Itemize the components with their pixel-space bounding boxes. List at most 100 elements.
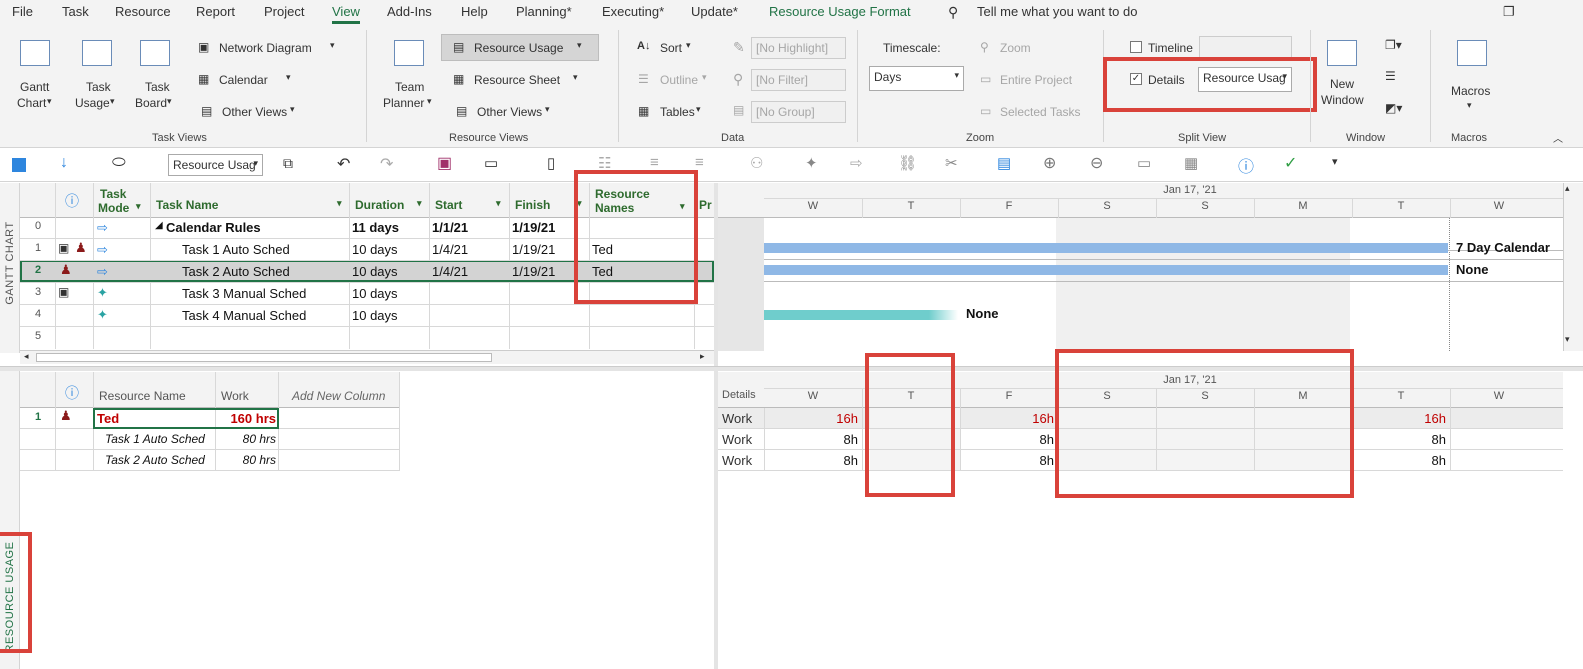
new-window-label-1[interactable]: New	[1330, 77, 1354, 91]
scroll-down-icon[interactable]: ▾	[1565, 334, 1570, 345]
task-start[interactable]: 1/4/21	[432, 264, 468, 279]
zoom-in-icon[interactable]: ⊕	[1043, 153, 1056, 173]
chevron-down-icon[interactable]: ▾	[290, 104, 295, 115]
entire-project-button[interactable]: Entire Project	[1000, 73, 1072, 87]
outline-button[interactable]: Outline	[660, 73, 698, 87]
work-value-cell[interactable]: 8h	[960, 453, 1054, 468]
save-icon[interactable]: ▣	[437, 153, 452, 173]
other-views-resource-button[interactable]: Other Views	[477, 105, 542, 119]
work-value-cell[interactable]: 8h	[960, 432, 1054, 447]
collapse-ribbon-icon[interactable]: ︿	[1553, 130, 1563, 145]
search-icon[interactable]: ⚲	[948, 4, 958, 21]
task-start[interactable]: 1/1/21	[432, 220, 468, 235]
task-name[interactable]: Task 3 Manual Sched	[182, 286, 306, 301]
task-start[interactable]: 1/4/21	[432, 242, 468, 257]
menu-project[interactable]: Project	[264, 4, 304, 19]
row-id[interactable]: 1	[20, 242, 56, 254]
task-name[interactable]: Task 2 Auto Sched	[182, 264, 290, 279]
resource-work[interactable]: 160 hrs	[215, 411, 276, 426]
other-views-task-button[interactable]: Other Views	[222, 105, 287, 119]
task-duration[interactable]: 10 days	[352, 308, 398, 323]
chevron-down-icon[interactable]: ▾	[496, 198, 501, 209]
group-select[interactable]: [No Group]	[751, 101, 846, 123]
row-id[interactable]: 4	[20, 308, 56, 320]
work-value-cell[interactable]: 8h	[1352, 453, 1446, 468]
selected-tasks-button[interactable]: Selected Tasks	[1000, 105, 1081, 119]
notes-icon[interactable]: ▯	[547, 154, 555, 172]
task-name[interactable]: Calendar Rules	[166, 220, 261, 235]
timescale-select[interactable]: Days ▾	[869, 66, 964, 91]
scroll-thumb[interactable]	[36, 353, 492, 362]
gantt-table-scrollbar[interactable]: ◂ ▸	[20, 350, 714, 364]
highlight-select[interactable]: [No Highlight]	[751, 37, 846, 59]
check-icon[interactable]: ✓	[1284, 153, 1297, 173]
chevron-down-icon[interactable]: ▾	[286, 72, 291, 83]
scroll-to-task-icon[interactable]: ▤	[997, 154, 1011, 172]
col-finish[interactable]: Finish	[515, 198, 550, 212]
chevron-down-icon[interactable]: ▾	[577, 198, 582, 209]
row-id[interactable]: 2	[20, 264, 56, 276]
chevron-down-icon[interactable]: ▾	[110, 96, 115, 107]
help-icon[interactable]: ⓘ	[1238, 153, 1254, 177]
task-resource[interactable]: Ted	[592, 264, 613, 279]
task-usage-label-2[interactable]: Usage	[75, 96, 110, 110]
col-task-name[interactable]: Task Name	[156, 198, 218, 212]
gantt-bar-task-1[interactable]	[764, 243, 1448, 253]
pin-icon[interactable]: ✦	[805, 154, 818, 172]
chevron-down-icon[interactable]: ▾	[696, 104, 701, 115]
menu-report[interactable]: Report	[196, 4, 235, 19]
chevron-down-icon[interactable]: ▾	[577, 40, 582, 51]
menu-resource-usage-format[interactable]: Resource Usage Format	[769, 4, 911, 19]
resource-sheet-button[interactable]: Resource Sheet	[474, 73, 560, 87]
scroll-left-icon[interactable]: ◂	[24, 351, 29, 362]
assignment-name[interactable]: Task 2 Auto Sched	[105, 453, 205, 467]
menu-executing[interactable]: Executing*	[602, 4, 664, 19]
row-id[interactable]: 1	[20, 411, 56, 423]
tell-me-search[interactable]: Tell me what you want to do	[977, 4, 1137, 19]
project-icon[interactable]	[12, 158, 26, 172]
link-icon[interactable]: ⬭	[112, 154, 126, 172]
col-duration[interactable]: Duration	[355, 198, 404, 212]
task-name[interactable]: Task 4 Manual Sched	[182, 308, 306, 323]
entire-project-tool-icon[interactable]: ▦	[1184, 154, 1198, 172]
task-board-label-1[interactable]: Task	[145, 80, 170, 94]
team-planner-label-2[interactable]: Planner	[383, 96, 424, 110]
undo-icon[interactable]: ↶	[337, 154, 350, 174]
col-start[interactable]: Start	[435, 198, 462, 212]
col-task-mode-1[interactable]: Task	[100, 187, 126, 201]
menu-add-ins[interactable]: Add-Ins	[387, 4, 432, 19]
view-select[interactable]: Resource Usag ▾	[168, 154, 263, 176]
restore-window-icon[interactable]: ❐	[1503, 4, 1515, 20]
chevron-down-icon[interactable]: ▾	[1467, 100, 1472, 111]
arrange-all-icon[interactable]: ☰	[1385, 69, 1396, 83]
arrow-down-icon[interactable]: ↓	[60, 154, 68, 172]
assign-resources-icon[interactable]: ⚇	[750, 154, 763, 172]
move-task-icon[interactable]: ⇨	[850, 154, 863, 172]
sort-button[interactable]: Sort	[660, 41, 682, 55]
task-finish[interactable]: 1/19/21	[512, 220, 555, 235]
menu-file[interactable]: File	[12, 4, 33, 19]
customize-toolbar-icon[interactable]: ▾	[1332, 155, 1338, 168]
scroll-right-icon[interactable]: ▸	[700, 351, 705, 362]
team-planner-label-1[interactable]: Team	[395, 80, 424, 94]
chevron-down-icon[interactable]: ▾	[545, 104, 550, 115]
gantt-chart-label-2[interactable]: Chart	[17, 96, 46, 110]
menu-view[interactable]: View	[332, 4, 360, 24]
task-usage-label-1[interactable]: Task	[86, 80, 111, 94]
work-value-cell[interactable]: 8h	[1352, 432, 1446, 447]
chevron-down-icon[interactable]: ▾	[136, 201, 141, 212]
split-view-divider[interactable]	[0, 366, 1583, 371]
task-duration[interactable]: 10 days	[352, 264, 398, 279]
chevron-down-icon[interactable]: ▾	[47, 96, 52, 107]
unlink-tasks-icon[interactable]: ✂	[945, 154, 958, 172]
col-resource-names-2[interactable]: Names	[595, 201, 634, 215]
redo-icon[interactable]: ↷	[380, 154, 393, 174]
details-checkbox[interactable]: ✓	[1130, 73, 1142, 85]
zoom-selection-icon[interactable]: ▭	[1137, 154, 1151, 172]
chevron-down-icon[interactable]: ▾	[330, 40, 335, 51]
chevron-down-icon[interactable]: ▾	[167, 96, 172, 107]
print-preview-icon[interactable]: ▭	[484, 154, 498, 172]
col-work[interactable]: Work	[221, 389, 249, 403]
col-resource-names-1[interactable]: Resource	[595, 187, 650, 201]
menu-task[interactable]: Task	[62, 4, 89, 19]
